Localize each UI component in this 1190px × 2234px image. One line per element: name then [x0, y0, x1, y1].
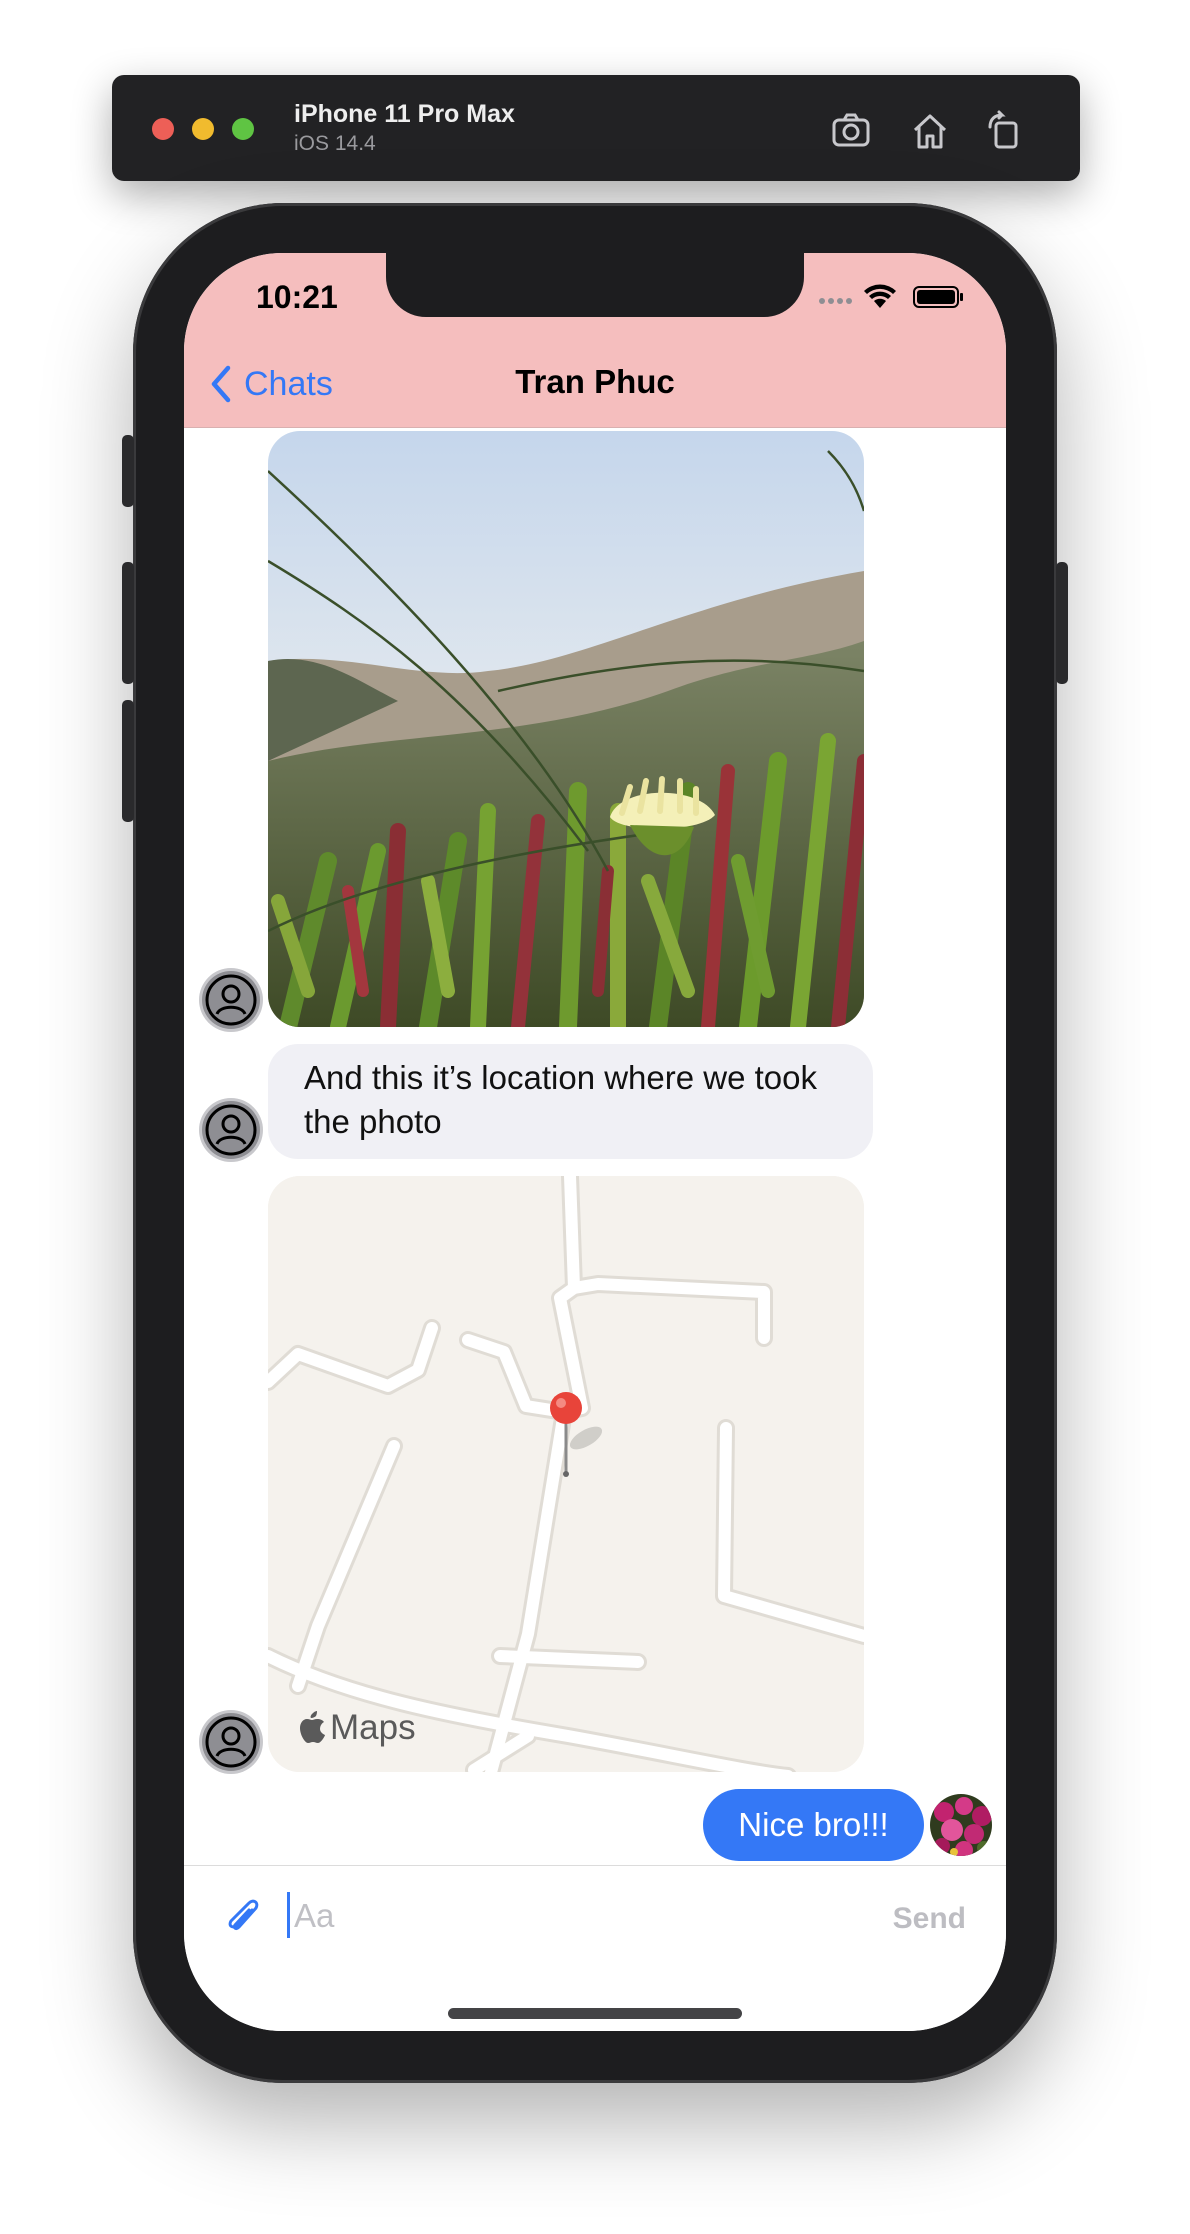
- volume-up-button: [122, 562, 134, 684]
- apple-logo-icon: [300, 1711, 325, 1743]
- signal-dots-icon: [819, 298, 852, 304]
- device-name: iPhone 11 Pro Max: [294, 100, 515, 128]
- person-icon: [205, 1716, 257, 1768]
- status-time: 10:21: [256, 279, 338, 315]
- contact-avatar[interactable]: [202, 1101, 260, 1159]
- notch: [386, 253, 804, 317]
- paperclip-icon[interactable]: [222, 1894, 264, 1940]
- message-input[interactable]: [292, 1890, 796, 1942]
- volume-down-button: [122, 700, 134, 822]
- close-window-button[interactable]: [152, 118, 174, 140]
- flowers-avatar-image: [930, 1794, 992, 1856]
- photo-message[interactable]: [268, 431, 864, 1027]
- received-message-bubble[interactable]: And this it’s location where we took the…: [268, 1044, 873, 1159]
- sent-message-bubble[interactable]: Nice bro!!!: [703, 1789, 924, 1861]
- silent-switch: [122, 435, 134, 507]
- sent-message-text: Nice bro!!!: [738, 1806, 889, 1843]
- send-button[interactable]: Send: [893, 1902, 966, 1936]
- map-view: [268, 1176, 864, 1772]
- flower-photo-image: [268, 431, 864, 1027]
- status-icons: [819, 284, 963, 308]
- minimize-window-button[interactable]: [192, 118, 214, 140]
- screenshot-icon[interactable]: [829, 109, 873, 153]
- home-indicator[interactable]: [448, 2008, 742, 2019]
- message-composer: Send: [184, 1865, 1006, 2031]
- contact-avatar[interactable]: [202, 971, 260, 1029]
- zoom-window-button[interactable]: [232, 118, 254, 140]
- maps-label-text: Maps: [330, 1708, 416, 1747]
- apple-maps-label: Maps: [298, 1708, 416, 1748]
- power-button: [1056, 562, 1068, 684]
- person-icon: [205, 974, 257, 1026]
- chat-title: Tran Phuc: [515, 363, 675, 400]
- person-icon: [205, 1104, 257, 1156]
- contact-avatar[interactable]: [202, 1713, 260, 1771]
- received-message-text: And this it’s location where we took the…: [304, 1059, 817, 1140]
- wifi-icon: [864, 284, 896, 308]
- location-message[interactable]: Maps: [268, 1176, 864, 1772]
- simulator-toolbar: iPhone 11 Pro Max iOS 14.4: [112, 75, 1080, 181]
- battery-icon: [913, 286, 963, 308]
- rotate-icon[interactable]: [982, 109, 1026, 153]
- home-icon[interactable]: [908, 109, 952, 153]
- user-avatar[interactable]: [930, 1794, 992, 1856]
- os-version: iOS 14.4: [294, 132, 376, 155]
- navigation-bar: 10:21 Chats Tran Phuc: [184, 253, 1006, 428]
- phone-screen: 10:21 Chats Tran Phuc And this it’s loca…: [184, 253, 1006, 2031]
- text-cursor: [287, 1892, 290, 1938]
